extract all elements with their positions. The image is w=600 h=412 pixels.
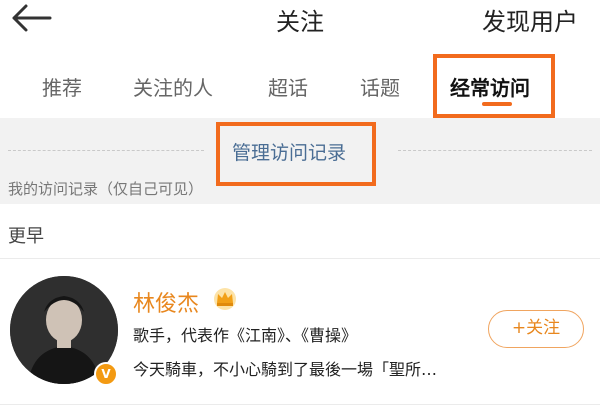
tab-topics[interactable]: 话题 [360, 72, 400, 101]
top-bar: 关注 发现用户 [0, 0, 600, 40]
tab-frequent-visits[interactable]: 经常访问 [450, 72, 530, 101]
user-description: 歌手，代表作《江南》、《曹操》 [133, 326, 358, 345]
discover-users-button[interactable]: 发现用户 [482, 2, 578, 37]
divider [0, 258, 600, 259]
user-latest-post: 今天騎車，不小心騎到了最後一場「聖所… [133, 360, 438, 379]
crown-icon [214, 288, 236, 310]
follow-button[interactable]: +关注 [488, 310, 584, 348]
tab-recommend[interactable]: 推荐 [42, 72, 82, 101]
tab-bar: 推荐 关注的人 超话 话题 经常访问 [0, 50, 600, 118]
tab-super-topic[interactable]: 超话 [268, 72, 308, 101]
tab-following[interactable]: 关注的人 [133, 72, 213, 101]
divider [0, 404, 600, 405]
back-button[interactable] [6, 0, 56, 36]
visit-records-panel: 管理访问记录 我的访问记录（仅自己可见） [0, 118, 600, 204]
active-tab-indicator [482, 102, 512, 106]
back-arrow-icon [12, 4, 52, 32]
manage-visit-records-link[interactable]: 管理访问记录 [232, 138, 346, 165]
list-item[interactable]: V 林俊杰 歌手，代表作《江南》、《曹操》 今天騎車，不小心騎到了最後一場「聖所… [0, 262, 600, 412]
section-earlier-label: 更早 [8, 226, 44, 247]
visit-records-note: 我的访问记录（仅自己可见） [8, 180, 204, 198]
verified-badge-icon: V [94, 362, 118, 386]
divider-right [398, 150, 592, 151]
user-name[interactable]: 林俊杰 [133, 286, 199, 318]
divider-left [8, 150, 204, 151]
